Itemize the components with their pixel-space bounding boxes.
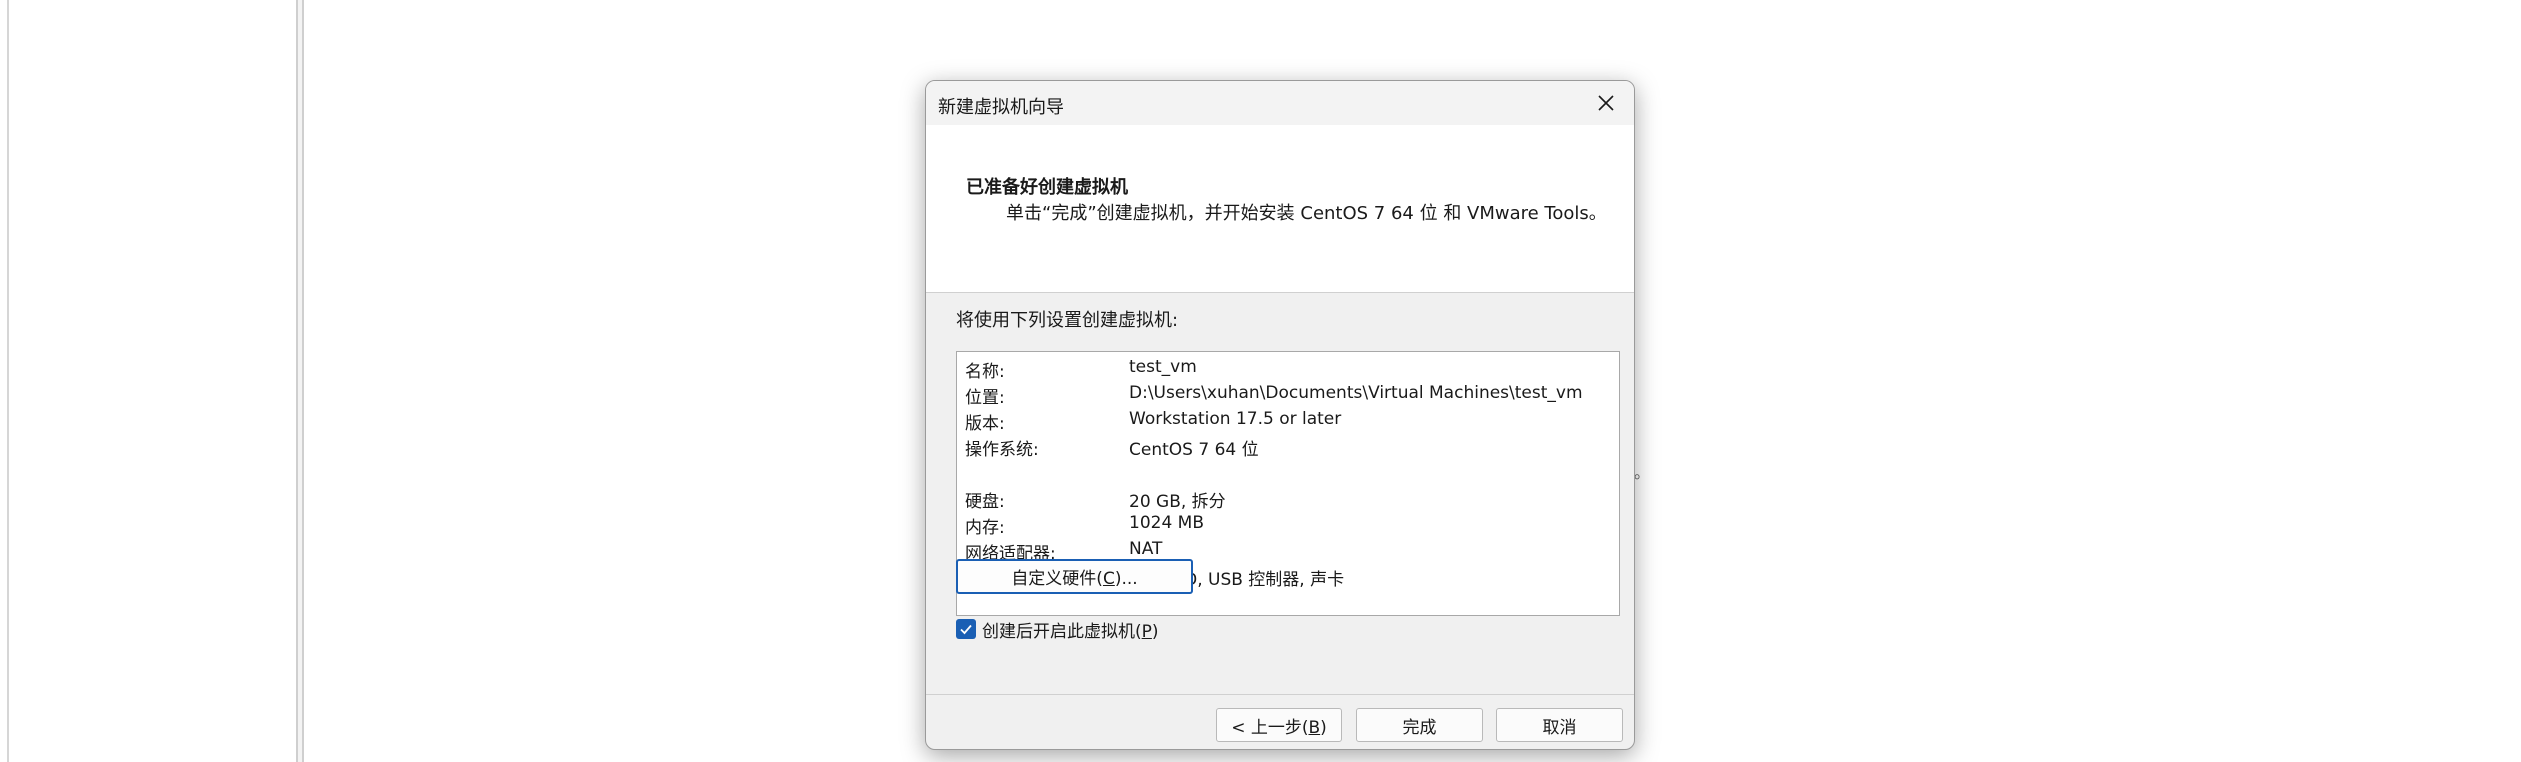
summary-key: 版本:	[965, 414, 1005, 434]
summary-key: 位置:	[965, 388, 1005, 408]
summary-row-disk: 硬盘: 20 GB, 拆分	[965, 487, 1615, 512]
summary-row-location: 位置: D:\Users\xuhan\Documents\Virtual Mac…	[965, 383, 1615, 408]
checkbox-checked[interactable]	[956, 619, 976, 639]
cancel-button[interactable]: 取消	[1496, 708, 1623, 742]
checkmark-icon	[960, 624, 972, 635]
wizard-header: 已准备好创建虚拟机 单击“完成”创建虚拟机，并开始安装 CentOS 7 64 …	[926, 125, 1634, 293]
dialog-title: 新建虚拟机向导	[938, 97, 1064, 118]
background-text-fragment: 。	[1634, 463, 1651, 482]
background-panel-divider[interactable]	[296, 0, 304, 762]
summary-key: 内存:	[965, 518, 1005, 538]
settings-section-label: 将使用下列设置创建虚拟机:	[956, 310, 1179, 331]
dialog-titlebar[interactable]: 新建虚拟机向导	[926, 81, 1634, 125]
summary-row-name: 名称: test_vm	[965, 357, 1615, 382]
customize-hardware-button[interactable]: 自定义硬件(C)...	[956, 559, 1193, 594]
close-button[interactable]	[1578, 81, 1634, 125]
summary-value: CentOS 7 64 位	[1129, 440, 1259, 460]
power-on-after-create-checkbox[interactable]: 创建后开启此虚拟机(P)	[956, 617, 1159, 642]
finish-button-label: 完成	[1402, 717, 1437, 738]
summary-value: NAT	[1129, 539, 1163, 559]
back-button-label: < 上一步(B)	[1231, 717, 1327, 738]
summary-key: 操作系统:	[965, 440, 1039, 460]
background-left-border	[0, 0, 9, 762]
cancel-button-label: 取消	[1542, 717, 1577, 738]
footer-divider	[926, 694, 1634, 695]
summary-key: 硬盘:	[965, 492, 1005, 512]
summary-value: 1024 MB	[1129, 513, 1204, 533]
close-icon	[1598, 95, 1614, 111]
summary-value: test_vm	[1129, 357, 1197, 377]
customize-hardware-label: 自定义硬件(C)...	[1011, 569, 1138, 589]
finish-button[interactable]: 完成	[1356, 708, 1483, 742]
summary-value: D:\Users\xuhan\Documents\Virtual Machine…	[1129, 383, 1583, 403]
summary-row-version: 版本: Workstation 17.5 or later	[965, 409, 1615, 434]
summary-key: 名称:	[965, 362, 1005, 382]
wizard-step-title: 已准备好创建虚拟机	[966, 177, 1128, 198]
summary-value: Workstation 17.5 or later	[1129, 409, 1342, 429]
new-vm-wizard-dialog: 新建虚拟机向导 已准备好创建虚拟机 单击“完成”创建虚拟机，并开始安装 Cent…	[925, 80, 1635, 750]
summary-row-os: 操作系统: CentOS 7 64 位	[965, 435, 1615, 460]
back-button[interactable]: < 上一步(B)	[1216, 708, 1342, 742]
summary-value: 20 GB, 拆分	[1129, 492, 1226, 512]
summary-row-memory: 内存: 1024 MB	[965, 513, 1615, 538]
wizard-step-subtitle: 单击“完成”创建虚拟机，并开始安装 CentOS 7 64 位 和 VMware…	[1006, 203, 1607, 224]
power-on-checkbox-label: 创建后开启此虚拟机(P)	[982, 621, 1159, 642]
